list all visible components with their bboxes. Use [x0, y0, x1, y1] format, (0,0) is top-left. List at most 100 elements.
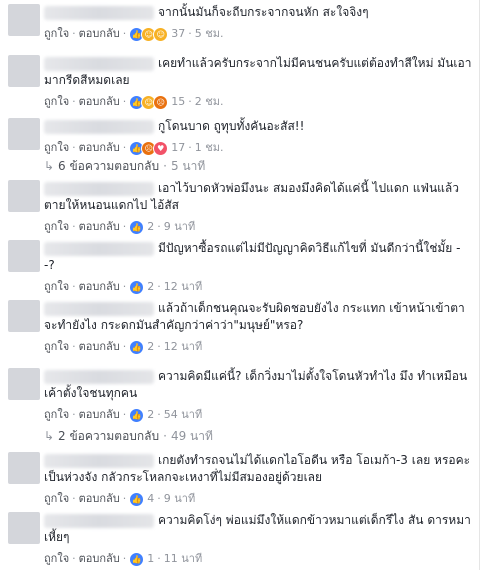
separator: · [188, 95, 192, 108]
like-button[interactable]: ถูกใจ [44, 280, 69, 293]
like-button[interactable]: ถูกใจ [44, 552, 69, 565]
reply-button[interactable]: ตอบกลับ [79, 408, 120, 421]
separator: · [122, 340, 127, 353]
reply-button[interactable]: ตอบกลับ [79, 340, 120, 353]
reactions[interactable]: 👍 [129, 408, 145, 423]
reactions[interactable]: 👍 ☺ ☺ [129, 27, 169, 42]
commenter-name[interactable] [44, 56, 154, 71]
commenter-name[interactable] [44, 5, 154, 20]
comment-body: ความคิดโง่ๆ พ่อแม่มึงให้แดกข้าวหมาแต่เด็… [44, 512, 472, 546]
avatar[interactable] [8, 300, 40, 332]
separator: · [72, 95, 76, 108]
reply-arrow-icon: ↳ [44, 429, 55, 443]
separator: · [72, 552, 76, 565]
timestamp[interactable]: 1 ชม. [195, 141, 224, 154]
reply-button[interactable]: ตอบกลับ [79, 141, 120, 154]
separator: · [72, 280, 76, 293]
comment-meta: ถูกใจ · ตอบกลับ · 👍 2 · 9 นาที [44, 217, 472, 235]
like-button[interactable]: ถูกใจ [44, 340, 69, 353]
view-replies-link[interactable]: ↳ 6 ข้อความตอบกลับ · 5 นาที [44, 157, 205, 176]
commenter-name[interactable] [44, 119, 154, 134]
comment-meta: ถูกใจ · ตอบกลับ · 👍 2 · 12 นาที [44, 277, 472, 295]
avatar[interactable] [8, 118, 40, 150]
reactions[interactable]: 👍 [129, 220, 145, 235]
comment-body: เกยตังทำรถจนไม่ได้แดกไอโอดีน หรือ โอเมก้… [44, 452, 472, 486]
reactions[interactable]: 👍 [129, 552, 145, 567]
like-reaction-icon: 👍 [129, 492, 145, 507]
timestamp[interactable]: 12 นาที [164, 340, 202, 353]
like-reaction-icon: 👍 [129, 340, 145, 355]
replies-label[interactable]: 2 ข้อความตอบกลับ [58, 429, 159, 443]
reaction-count: 2 [147, 408, 155, 421]
separator: · [188, 141, 192, 154]
comment-body: เอาไว้บาดหัวพ่อมึงนะ สมองมึงคิดได้แค่นี้… [44, 180, 472, 214]
like-button[interactable]: ถูกใจ [44, 492, 69, 505]
timestamp[interactable]: 2 ชม. [195, 95, 224, 108]
reaction-count: 15 [171, 95, 186, 108]
reply-button[interactable]: ตอบกลับ [79, 220, 120, 233]
comment-meta: ถูกใจ · ตอบกลับ · 👍 4 · 9 นาที [44, 489, 472, 507]
reaction-count: 17 [171, 141, 186, 154]
avatar[interactable] [8, 180, 40, 212]
timestamp[interactable]: 12 นาที [164, 280, 202, 293]
commenter-name[interactable] [44, 453, 154, 468]
love-reaction-icon: ♥ [153, 141, 169, 156]
separator: · [122, 27, 127, 40]
separator: · [72, 220, 76, 233]
separator: · [72, 340, 76, 353]
reply-button[interactable]: ตอบกลับ [79, 552, 120, 565]
comment-meta: ถูกใจ · ตอบกลับ · 👍 ☹ ♥ 17 · 1 ชม. [44, 138, 472, 156]
separator: · [122, 280, 127, 293]
commenter-name[interactable] [44, 181, 154, 196]
avatar[interactable] [8, 4, 40, 36]
comment-text: กูโดนบาด ถูทุบทั้งคันอะสัส!! [158, 119, 305, 133]
comment-body: จากนั้นมันก็จะถีบกระจากจนหัก สะใจจิงๆ [44, 4, 472, 21]
avatar[interactable] [8, 452, 40, 484]
view-replies-link[interactable]: ↳ 2 ข้อความตอบกลับ · 49 นาที [44, 427, 213, 446]
reply-button[interactable]: ตอบกลับ [79, 492, 120, 505]
commenter-name[interactable] [44, 513, 154, 528]
timestamp[interactable]: 54 นาที [164, 408, 202, 421]
like-reaction-icon: 👍 [129, 552, 145, 567]
avatar[interactable] [8, 512, 40, 544]
reactions[interactable]: 👍 [129, 280, 145, 295]
separator: · [72, 27, 76, 40]
like-button[interactable]: ถูกใจ [44, 95, 69, 108]
reply-button[interactable]: ตอบกลับ [79, 27, 120, 40]
timestamp[interactable]: 9 นาที [164, 220, 195, 233]
reactions[interactable]: 👍 [129, 492, 145, 507]
wow-reaction-icon: ☺ [153, 27, 169, 42]
like-button[interactable]: ถูกใจ [44, 220, 69, 233]
like-reaction-icon: 👍 [129, 280, 145, 295]
comment-meta: ถูกใจ · ตอบกลับ · 👍 2 · 12 นาที [44, 337, 472, 355]
reaction-count: 37 [171, 27, 186, 40]
avatar[interactable] [8, 240, 40, 272]
avatar[interactable] [8, 55, 40, 87]
timestamp[interactable]: 9 นาที [164, 492, 195, 505]
avatar[interactable] [8, 368, 40, 400]
like-button[interactable]: ถูกใจ [44, 408, 69, 421]
comment-body: เคยทำแล้วครับกระจากไม่มีคนชนครับแต่ต้องท… [44, 55, 472, 89]
separator: · [157, 280, 161, 293]
timestamp[interactable]: 11 นาที [164, 552, 202, 565]
commenter-name[interactable] [44, 301, 154, 316]
reply-arrow-icon: ↳ [44, 159, 55, 173]
separator: · [157, 552, 161, 565]
separator: · [157, 408, 161, 421]
separator: · [72, 408, 76, 421]
like-reaction-icon: 👍 [129, 220, 145, 235]
commenter-name[interactable] [44, 369, 154, 384]
comment-body: มีปัญหาซื้อรถแต่ไม่มีปัญญาคิดวิธีแก้ไขที… [44, 240, 472, 274]
timestamp[interactable]: 5 ชม. [195, 27, 224, 40]
reactions[interactable]: 👍 ☹ ♥ [129, 141, 169, 156]
reactions[interactable]: 👍 [129, 340, 145, 355]
separator: · [122, 141, 127, 154]
commenter-name[interactable] [44, 241, 154, 256]
reactions[interactable]: 👍 ☺ ☹ [129, 95, 169, 110]
like-button[interactable]: ถูกใจ [44, 141, 69, 154]
like-button[interactable]: ถูกใจ [44, 27, 69, 40]
replies-time: 49 นาที [170, 429, 213, 443]
reply-button[interactable]: ตอบกลับ [79, 95, 120, 108]
reply-button[interactable]: ตอบกลับ [79, 280, 120, 293]
replies-label[interactable]: 6 ข้อความตอบกลับ [58, 159, 159, 173]
